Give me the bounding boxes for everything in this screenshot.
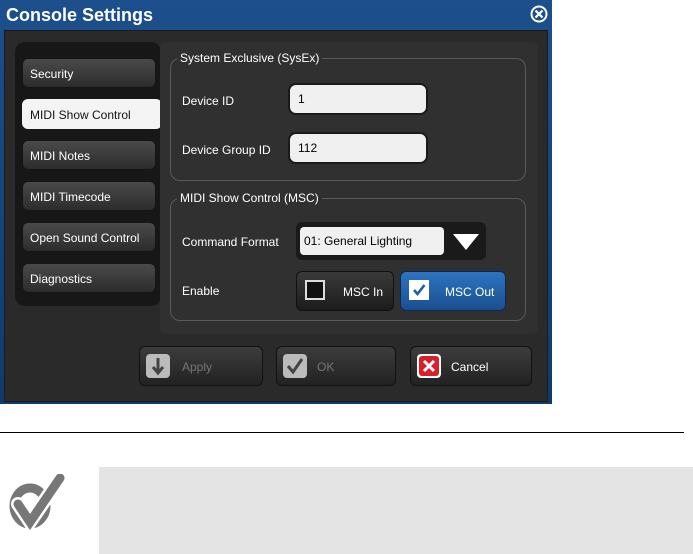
tab-midi-notes[interactable]: MIDI Notes: [22, 140, 156, 170]
tab-diagnostics[interactable]: Diagnostics: [22, 263, 156, 293]
ok-button[interactable]: OK: [276, 346, 396, 386]
msc-in-checkbox: [305, 280, 325, 300]
tab-midi-timecode[interactable]: MIDI Timecode: [22, 181, 156, 211]
note-box: [99, 467, 693, 554]
tab-security[interactable]: Security: [22, 58, 156, 88]
console-settings-dialog: Console Settings Security MIDI Show Cont…: [0, 0, 552, 404]
checkmark-icon: [413, 284, 426, 297]
down-arrow-icon: [145, 353, 171, 379]
msc-out-toggle[interactable]: MSC Out: [400, 271, 506, 311]
device-id-label: Device ID: [182, 94, 235, 108]
apply-label: Apply: [182, 360, 213, 374]
cancel-label: Cancel: [451, 360, 489, 374]
tab-midi-show-control[interactable]: MIDI Show Control: [22, 99, 162, 129]
title-bar: Console Settings: [0, 0, 552, 30]
device-id-field[interactable]: 1: [288, 83, 428, 115]
apply-button[interactable]: Apply: [139, 346, 263, 386]
triangle-down-icon[interactable]: [450, 228, 482, 254]
device-group-id-label: Device Group ID: [182, 143, 271, 157]
section-divider: [0, 432, 684, 433]
dialog-title: Console Settings: [6, 5, 154, 25]
ok-label: OK: [317, 360, 335, 374]
msc-in-toggle[interactable]: MSC In: [296, 271, 394, 311]
close-icon[interactable]: [530, 5, 548, 23]
checkmark-note-icon: [4, 471, 67, 535]
enable-label: Enable: [182, 284, 220, 298]
msc-out-label: MSC Out: [445, 285, 495, 299]
cancel-button[interactable]: Cancel: [410, 346, 532, 386]
command-format-value: 01: General Lighting: [300, 227, 444, 255]
tab-open-sound-control[interactable]: Open Sound Control: [22, 222, 156, 252]
device-group-id-field[interactable]: 112: [288, 132, 428, 164]
checkmark-icon: [282, 353, 308, 379]
command-format-label: Command Format: [182, 235, 279, 249]
sysex-legend: System Exclusive (SysEx): [180, 51, 320, 65]
command-format-dropdown[interactable]: 01: General Lighting: [296, 222, 486, 260]
msc-in-label: MSC In: [343, 285, 384, 299]
x-icon: [416, 353, 442, 379]
msc-legend: MIDI Show Control (MSC): [180, 191, 319, 205]
msc-out-checkbox: [409, 280, 429, 300]
